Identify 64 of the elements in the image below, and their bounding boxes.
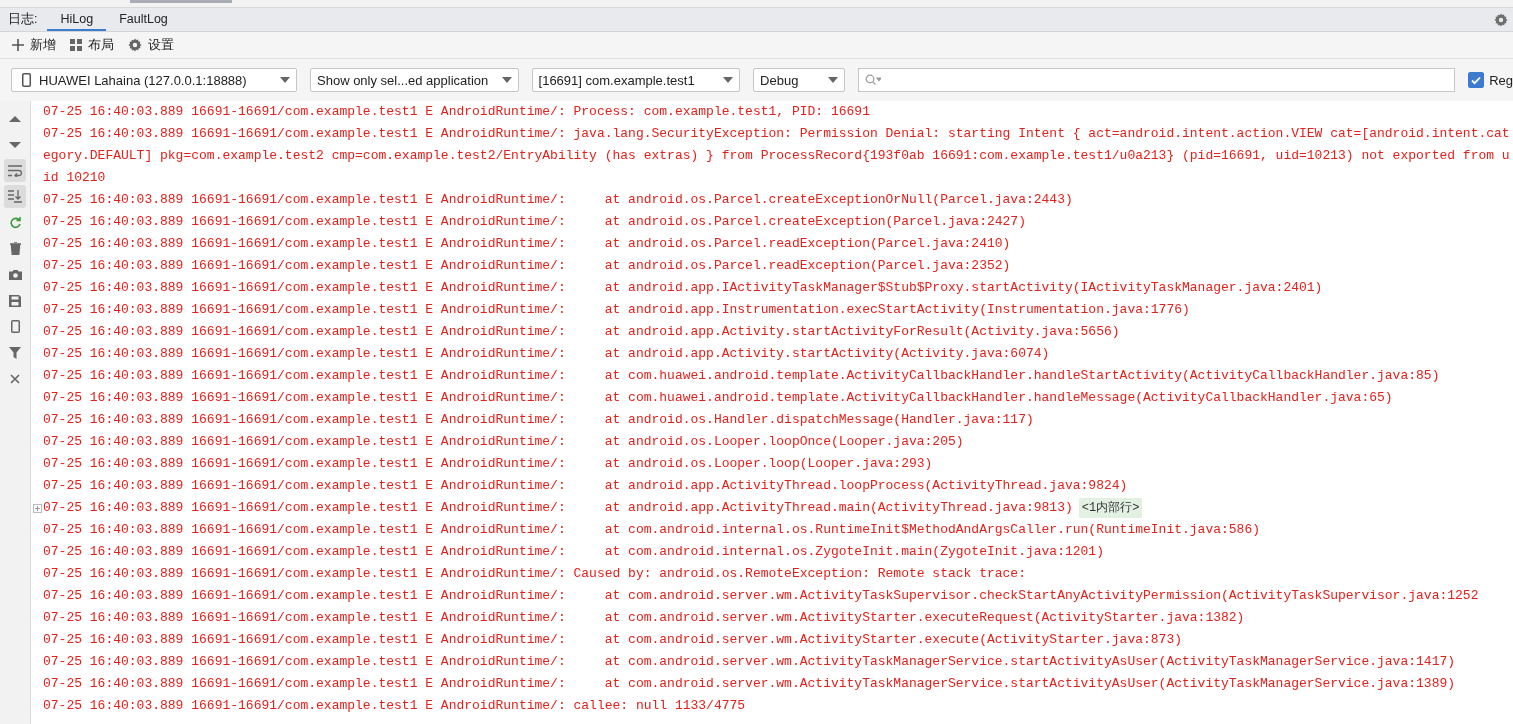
toolbar-button[interactable]: 布局 bbox=[66, 34, 118, 56]
log-line: 07-25 16:40:03.889 16691-16691/com.example.test1 E AndroidRuntime/: at com.huawei.android.template.ActivityCallbackHandler.handleMessage(ActivityCallbackHandler.java:65) bbox=[43, 389, 1393, 407]
filter-dropdown[interactable]: Debug bbox=[753, 68, 845, 92]
side-tool-button[interactable] bbox=[4, 185, 26, 208]
filter-dropdown[interactable]: [16691] com.example.test1 bbox=[531, 68, 741, 92]
log-line: 07-25 16:40:03.889 16691-16691/com.example.test1 E AndroidRuntime/: at android.os.Looper.loopOnce(Looper.java:205) bbox=[43, 433, 964, 451]
checkmark-icon bbox=[1470, 74, 1483, 86]
log-line: 07-25 16:40:03.889 16691-16691/com.example.test1 E AndroidRuntime/: at android.app.Instrumentation.execStartActivity(Instrumentation.java:1776) bbox=[43, 301, 1190, 319]
log-line: 07-25 16:40:03.889 16691-16691/com.example.test1 E AndroidRuntime/: at com.android.server.wm.ActivityTaskManagerService.startActivityAsUser(ActivityTaskManagerService.java:1389) bbox=[43, 675, 1456, 693]
log-line: 07-25 16:40:03.889 16691-16691/com.example.test1 E AndroidRuntime/: at android.app.IActivityTaskManager$Stub$Proxy.startActivity(IActivityTaskManager.java:2401) bbox=[43, 279, 1323, 297]
log-line: 07-25 16:40:03.889 16691-16691/com.example.test1 E AndroidRuntime/: at com.android.server.wm.ActivityTaskSupervisor.checkStartAnyActivityPermission(ActivityTaskSupervisor.java:1252 bbox=[43, 587, 1479, 605]
trash-icon bbox=[9, 242, 21, 255]
log-line: 07-25 16:40:03.889 16691-16691/com.example.test1 E AndroidRuntime/: at com.android.server.wm.ActivityStarter.executeRequest(ActivityStarter.java:1382) bbox=[43, 609, 1245, 627]
log-line: 07-25 16:40:03.889 16691-16691/com.example.test1 E AndroidRuntime/: Process: com.example.test1, PID: 16691 bbox=[43, 103, 870, 121]
log-line: 07-25 16:40:03.889 16691-16691/com.example.test1 E AndroidRuntime/: at com.android.server.wm.ActivityStarter.execute(ActivityStarter.java:873) bbox=[43, 631, 1182, 649]
caret-icon bbox=[827, 77, 838, 83]
log-line: 07-25 16:40:03.889 16691-16691/com.example.test1 E AndroidRuntime/: at android.app.Activity.startActivity(Activity.java:6074) bbox=[43, 345, 1050, 363]
filter-icon bbox=[9, 346, 21, 359]
up-arrow-icon bbox=[9, 114, 21, 123]
toolbar-button[interactable]: 新增 bbox=[8, 34, 60, 56]
log-line: 07-25 16:40:03.889 16691-16691/com.example.test1 E AndroidRuntime/: at com.android.internal.os.RuntimeInit$MethodAndArgsCaller.run(RuntimeInit.java:586) bbox=[43, 521, 1260, 539]
log-line: 07-25 16:40:03.889 16691-16691/com.example.test1 E AndroidRuntime/: at android.os.Parcel.createException(Parcel.java:2427) bbox=[43, 213, 1026, 231]
settings-icon[interactable] bbox=[1494, 12, 1508, 27]
side-tool-button[interactable] bbox=[4, 159, 26, 182]
log-line: 07-25 16:40:03.889 16691-16691/com.example.test1 E AndroidRuntime/: at android.os.Parcel.readException(Parcel.java:2352) bbox=[43, 257, 1011, 275]
folded-lines-badge[interactable]: <1内部行> bbox=[1078, 498, 1143, 518]
log-line: 07-25 16:40:03.889 16691-16691/com.example.test1 E AndroidRuntime/: Caused by: android.os.RemoteException: Remote stack trace: bbox=[43, 565, 1026, 583]
soft-wrap-icon bbox=[8, 164, 22, 177]
log-line: 07-25 16:40:03.889 16691-16691/com.example.test1 E AndroidRuntime/: java.lang.SecurityException: Permission Denial: starting Intent { act=android.intent.action.VIEW cat=[android.intent.category.DEFAULT] pkg=com.example.test2 cmp=com.example.test2/EntryAbility (has extras) } from ProcessRecord{193f0ab 16691:com.example.test1/u0a213} (pid=16691, uid=10213) not exported from uid 10210 bbox=[43, 125, 1511, 187]
regex-checkbox[interactable] bbox=[1468, 72, 1485, 88]
search-field[interactable] bbox=[857, 68, 1456, 92]
toolbar-button[interactable]: 设置 bbox=[124, 34, 178, 56]
device-dropdown[interactable]: HUAWEI Lahaina (127.0.0.1:18888) bbox=[11, 68, 297, 92]
log-line: 07-25 16:40:03.889 16691-16691/com.example.test1 E AndroidRuntime/: at com.android.server.wm.ActivityTaskManagerService.startActivityAsUser(ActivityTaskManagerService.java:1417) bbox=[43, 653, 1456, 671]
caret-icon bbox=[280, 77, 290, 83]
camera-icon bbox=[8, 269, 22, 280]
down-arrow-icon bbox=[9, 140, 21, 149]
save-icon bbox=[9, 294, 21, 307]
log-line: 07-25 16:40:03.889 16691-16691/com.example.test1 E AndroidRuntime/: at android.app.ActivityThread.main(ActivityThread.java:9813) bbox=[43, 499, 1073, 517]
search-icon bbox=[864, 74, 881, 86]
grid-icon bbox=[70, 39, 82, 51]
phone-icon bbox=[22, 73, 31, 87]
phone-icon bbox=[10, 320, 20, 333]
restart-icon bbox=[8, 216, 22, 229]
log-line: 07-25 16:40:03.889 16691-16691/com.example.test1 E AndroidRuntime/: at android.app.ActivityThread.loopProcess(ActivityThread.java:9824) bbox=[43, 477, 1128, 495]
log-line: 07-25 16:40:03.889 16691-16691/com.example.test1 E AndroidRuntime/: at android.os.Parcel.createExceptionOrNull(Parcel.java:2443) bbox=[43, 191, 1073, 209]
log-tab[interactable]: FaultLog bbox=[106, 8, 181, 31]
caret-icon bbox=[723, 77, 734, 83]
regex-label: Reg bbox=[1489, 72, 1513, 88]
scroll-to-end-icon bbox=[8, 190, 22, 203]
expand-icon[interactable] bbox=[32, 503, 42, 513]
caret-icon bbox=[501, 77, 512, 83]
filter-dropdown[interactable]: Show only sel...ed application bbox=[310, 68, 519, 92]
log-line: 07-25 16:40:03.889 16691-16691/com.example.test1 E AndroidRuntime/: at android.os.Looper.loop(Looper.java:293) bbox=[43, 455, 933, 473]
log-line: 07-25 16:40:03.889 16691-16691/com.example.test1 E AndroidRuntime/: at android.os.Handler.dispatchMessage(Handler.java:117) bbox=[43, 411, 1034, 429]
settings-icon bbox=[128, 38, 142, 52]
log-line: 07-25 16:40:03.889 16691-16691/com.example.test1 E AndroidRuntime/: at android.app.Activity.startActivityForResult(Activity.java:5656) bbox=[43, 323, 1120, 341]
log-line: 07-25 16:40:03.889 16691-16691/com.example.test1 E AndroidRuntime/: at com.android.internal.os.ZygoteInit.main(ZygoteInit.java:1201) bbox=[43, 543, 1104, 561]
log-line: 07-25 16:40:03.889 16691-16691/com.example.test1 E AndroidRuntime/: at android.os.Parcel.readException(Parcel.java:2410) bbox=[43, 235, 1011, 253]
log-line: 07-25 16:40:03.889 16691-16691/com.example.test1 E AndroidRuntime/: callee: null 1133/4775 bbox=[43, 697, 746, 715]
close-icon bbox=[10, 373, 20, 384]
log-tabs-label: 日志: bbox=[8, 11, 38, 28]
plus-icon bbox=[12, 39, 24, 51]
log-line: 07-25 16:40:03.889 16691-16691/com.example.test1 E AndroidRuntime/: at com.huawei.android.template.ActivityCallbackHandler.handleStartActivity(ActivityCallbackHandler.java:85) bbox=[43, 367, 1440, 385]
